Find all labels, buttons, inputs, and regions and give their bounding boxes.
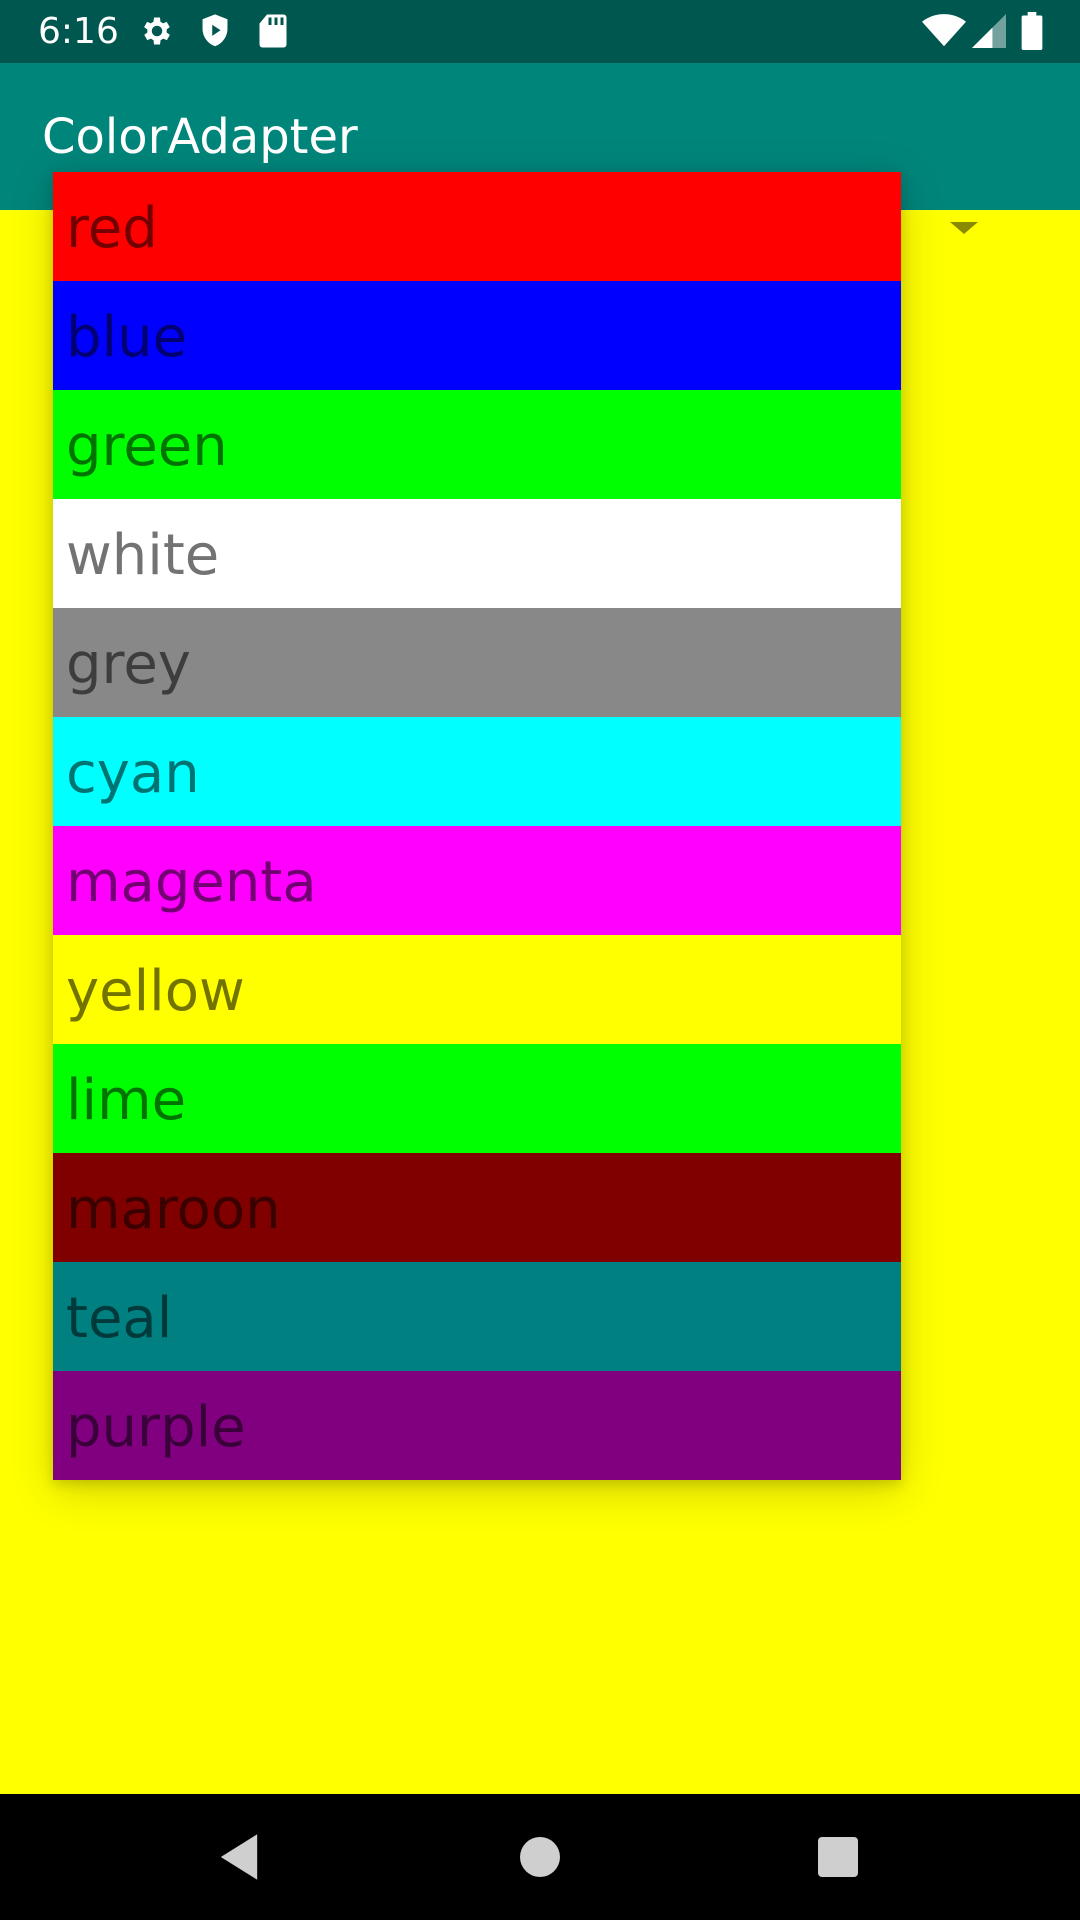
- dropdown-item-cyan[interactable]: cyan: [53, 717, 901, 826]
- dropdown-item-magenta[interactable]: magenta: [53, 826, 901, 935]
- recents-icon[interactable]: [805, 1824, 871, 1890]
- dropdown-item-label: grey: [66, 631, 191, 697]
- dropdown-item-label: green: [66, 413, 228, 479]
- dropdown-item-yellow[interactable]: yellow: [53, 935, 901, 1044]
- sd-card-icon: [254, 12, 292, 50]
- status-bar: 6:16: [0, 0, 1080, 63]
- status-time: 6:16: [38, 11, 119, 52]
- wifi-icon: [920, 12, 968, 50]
- home-icon[interactable]: [507, 1824, 573, 1890]
- dropdown-item-lime[interactable]: lime: [53, 1044, 901, 1153]
- dropdown-item-maroon[interactable]: maroon: [53, 1153, 901, 1262]
- dropdown-item-label: teal: [66, 1285, 173, 1351]
- dropdown-item-purple[interactable]: purple: [53, 1371, 901, 1480]
- shield-play-icon: [196, 12, 234, 50]
- dropdown-item-label: red: [66, 195, 158, 261]
- dropdown-item-label: lime: [66, 1067, 187, 1133]
- gear-icon: [138, 12, 176, 50]
- dropdown-item-red[interactable]: red: [53, 172, 901, 281]
- spinner-dropdown-arrow-icon[interactable]: [950, 222, 978, 234]
- dropdown-item-label: yellow: [66, 958, 245, 1024]
- cell-signal-icon: [970, 12, 1008, 50]
- dropdown-item-white[interactable]: white: [53, 499, 901, 608]
- battery-icon: [1013, 12, 1051, 50]
- dropdown-item-label: purple: [66, 1394, 246, 1460]
- back-icon[interactable]: [206, 1824, 272, 1890]
- dropdown-item-label: white: [66, 522, 220, 588]
- app-title: ColorAdapter: [42, 109, 358, 165]
- dropdown-item-blue[interactable]: blue: [53, 281, 901, 390]
- dropdown-item-grey[interactable]: grey: [53, 608, 901, 717]
- dropdown-item-label: blue: [66, 304, 188, 370]
- dropdown-item-label: maroon: [66, 1176, 281, 1242]
- dropdown-item-label: magenta: [66, 849, 317, 915]
- dropdown-item-teal[interactable]: teal: [53, 1262, 901, 1371]
- dropdown-item-green[interactable]: green: [53, 390, 901, 499]
- navigation-bar: [0, 1794, 1080, 1920]
- dropdown-item-label: cyan: [66, 740, 200, 806]
- color-dropdown-list: red blue green white grey cyan magenta yellow li…: [53, 172, 901, 1480]
